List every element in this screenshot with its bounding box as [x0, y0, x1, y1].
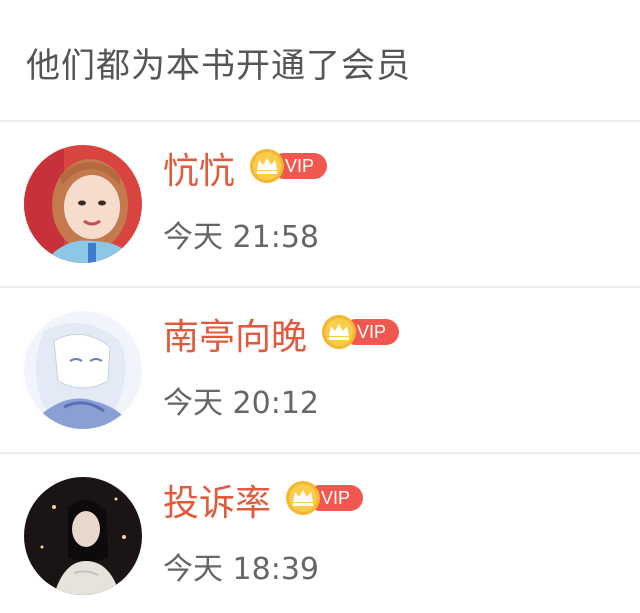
member-time: 今天 18:39 [163, 552, 319, 587]
member-name[interactable]: 投诉率 [163, 482, 271, 526]
list-item[interactable]: 南亭向晚 VIP 今天 20:12 [0, 288, 640, 454]
vip-badge: VIP [285, 480, 364, 516]
member-time: 今天 20:12 [163, 386, 319, 421]
member-name[interactable]: 忼忼 [163, 150, 235, 194]
member-time: 今天 21:58 [163, 220, 319, 255]
member-name[interactable]: 南亭向晚 [163, 316, 307, 360]
page-title: 他们都为本书开通了会员 [26, 45, 411, 86]
vip-members-panel: 他们都为本书开通了会员 忼忼 VIP 今天 21:58 南亭向晚 VIP 今天 … [0, 0, 640, 613]
list-item[interactable]: 忼忼 VIP 今天 21:58 [0, 122, 640, 288]
vip-badge: VIP [249, 148, 328, 184]
crown-icon [285, 480, 321, 516]
crown-icon [321, 314, 357, 350]
avatar[interactable] [24, 145, 142, 263]
member-name-line: 南亭向晚 VIP [163, 314, 400, 360]
member-name-line: 忼忼 VIP [163, 148, 328, 194]
crown-icon [249, 148, 285, 184]
avatar[interactable] [24, 477, 142, 595]
vip-badge: VIP [321, 314, 400, 350]
avatar[interactable] [24, 311, 142, 429]
list-item[interactable]: 投诉率 VIP 今天 18:39 [0, 454, 640, 613]
panel-header: 他们都为本书开通了会员 [0, 0, 640, 122]
member-name-line: 投诉率 VIP [163, 480, 364, 526]
